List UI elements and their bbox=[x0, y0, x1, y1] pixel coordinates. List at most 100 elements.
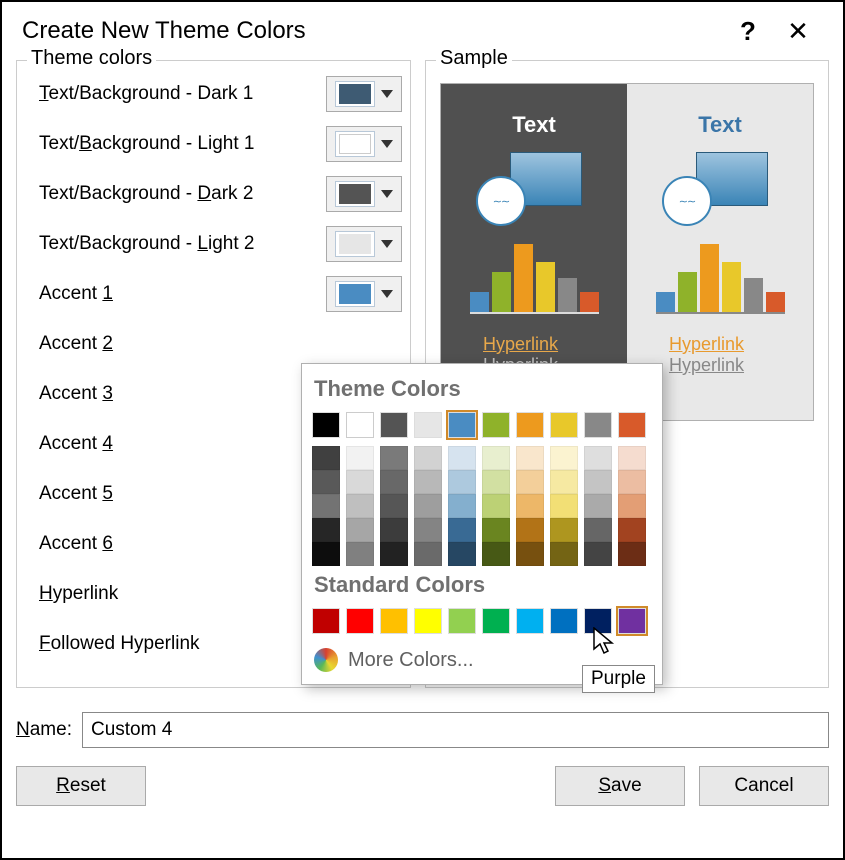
theme-shade-swatch[interactable] bbox=[516, 542, 544, 566]
standard-color-swatch[interactable] bbox=[618, 608, 646, 634]
theme-shade-swatch[interactable] bbox=[312, 542, 340, 566]
chevron-down-icon bbox=[381, 190, 393, 198]
theme-shade-swatch[interactable] bbox=[618, 470, 646, 494]
theme-shade-swatch[interactable] bbox=[380, 446, 408, 470]
dialog-title: Create New Theme Colors bbox=[22, 17, 723, 45]
theme-shade-swatch[interactable] bbox=[414, 470, 442, 494]
theme-shade-swatch[interactable] bbox=[550, 446, 578, 470]
standard-color-swatch[interactable] bbox=[550, 608, 578, 634]
theme-color-swatch[interactable] bbox=[448, 412, 476, 438]
theme-color-swatch[interactable] bbox=[380, 412, 408, 438]
standard-color-swatch[interactable] bbox=[414, 608, 442, 634]
theme-color-swatch[interactable] bbox=[482, 412, 510, 438]
theme-color-swatch[interactable] bbox=[584, 412, 612, 438]
color-label-text-background-light-1: Text/Background - Light 1 bbox=[39, 133, 320, 155]
color-label-text-background-dark-1: Text/Background - Dark 1 bbox=[39, 83, 320, 105]
color-dropdown-text-background-dark-1[interactable] bbox=[326, 76, 402, 112]
theme-shade-swatch[interactable] bbox=[618, 542, 646, 566]
sample-bar bbox=[766, 292, 785, 312]
theme-shade-swatch[interactable] bbox=[312, 494, 340, 518]
standard-color-swatch[interactable] bbox=[346, 608, 374, 634]
save-button[interactable]: Save bbox=[555, 766, 685, 806]
theme-shade-swatch[interactable] bbox=[482, 470, 510, 494]
theme-shade-swatch[interactable] bbox=[584, 446, 612, 470]
standard-color-row bbox=[312, 608, 652, 634]
color-dropdown-accent-1[interactable] bbox=[326, 276, 402, 312]
theme-color-swatch[interactable] bbox=[550, 412, 578, 438]
theme-shade-swatch[interactable] bbox=[414, 446, 442, 470]
name-row: Name: bbox=[16, 712, 829, 748]
theme-shade-swatch[interactable] bbox=[550, 470, 578, 494]
theme-shade-swatch[interactable] bbox=[346, 470, 374, 494]
sample-bar bbox=[700, 244, 719, 312]
theme-shade-swatch[interactable] bbox=[380, 470, 408, 494]
color-dropdown-text-background-light-1[interactable] bbox=[326, 126, 402, 162]
theme-shade-swatch[interactable] bbox=[618, 518, 646, 542]
theme-shade-swatch[interactable] bbox=[414, 494, 442, 518]
theme-shade-swatch[interactable] bbox=[346, 494, 374, 518]
theme-shade-swatch[interactable] bbox=[584, 518, 612, 542]
theme-shade-swatch[interactable] bbox=[482, 542, 510, 566]
more-colors-label: More Colors... bbox=[348, 649, 474, 672]
reset-button[interactable]: Reset bbox=[16, 766, 146, 806]
theme-shade-swatch[interactable] bbox=[516, 518, 544, 542]
theme-shade-swatch[interactable] bbox=[516, 494, 544, 518]
theme-shade-swatch[interactable] bbox=[584, 542, 612, 566]
sample-dark-text: Text bbox=[512, 112, 556, 138]
standard-color-swatch[interactable] bbox=[448, 608, 476, 634]
color-dropdown-text-background-light-2[interactable] bbox=[326, 226, 402, 262]
standard-color-swatch[interactable] bbox=[482, 608, 510, 634]
theme-color-swatch[interactable] bbox=[618, 412, 646, 438]
theme-shade-swatch[interactable] bbox=[550, 518, 578, 542]
help-button[interactable]: ? bbox=[723, 16, 773, 47]
theme-shade-swatch[interactable] bbox=[448, 470, 476, 494]
theme-shade-swatch[interactable] bbox=[448, 446, 476, 470]
theme-color-swatch[interactable] bbox=[414, 412, 442, 438]
theme-shade-swatch[interactable] bbox=[448, 542, 476, 566]
theme-color-swatch[interactable] bbox=[346, 412, 374, 438]
chevron-down-icon bbox=[381, 140, 393, 148]
theme-color-swatch[interactable] bbox=[516, 412, 544, 438]
theme-color-swatch[interactable] bbox=[312, 412, 340, 438]
theme-shade-swatch[interactable] bbox=[380, 542, 408, 566]
name-input[interactable] bbox=[82, 712, 829, 748]
color-dropdown-text-background-dark-2[interactable] bbox=[326, 176, 402, 212]
sample-bar bbox=[536, 262, 555, 312]
theme-shade-swatch[interactable] bbox=[448, 494, 476, 518]
theme-shade-swatch[interactable] bbox=[516, 470, 544, 494]
theme-shade-swatch[interactable] bbox=[550, 494, 578, 518]
theme-shade-swatch[interactable] bbox=[414, 518, 442, 542]
standard-color-swatch[interactable] bbox=[584, 608, 612, 634]
theme-shade-swatch[interactable] bbox=[312, 518, 340, 542]
theme-shade-swatch[interactable] bbox=[618, 494, 646, 518]
standard-color-swatch[interactable] bbox=[312, 608, 340, 634]
theme-shade-swatch[interactable] bbox=[584, 494, 612, 518]
theme-shade-swatch[interactable] bbox=[380, 494, 408, 518]
color-picker-popup: Theme Colors Standard Colors More Colors… bbox=[301, 363, 663, 685]
theme-shade-swatch[interactable] bbox=[618, 446, 646, 470]
theme-shade-swatch[interactable] bbox=[346, 446, 374, 470]
theme-shade-swatch[interactable] bbox=[584, 470, 612, 494]
sample-bar bbox=[558, 278, 577, 312]
sample-bar bbox=[722, 262, 741, 312]
standard-color-swatch[interactable] bbox=[516, 608, 544, 634]
theme-shade-swatch[interactable] bbox=[482, 518, 510, 542]
theme-shade-swatch[interactable] bbox=[482, 446, 510, 470]
theme-shade-swatch[interactable] bbox=[550, 542, 578, 566]
color-tooltip: Purple bbox=[582, 665, 655, 693]
sample-dark-shapes: ∼∼ bbox=[474, 152, 594, 224]
theme-shade-swatch[interactable] bbox=[516, 446, 544, 470]
theme-shade-swatch[interactable] bbox=[380, 518, 408, 542]
theme-shade-swatch[interactable] bbox=[482, 494, 510, 518]
theme-shade-swatch[interactable] bbox=[346, 542, 374, 566]
close-button[interactable]: ✕ bbox=[773, 16, 823, 47]
color-label-text-background-light-2: Text/Background - Light 2 bbox=[39, 233, 320, 255]
theme-shade-swatch[interactable] bbox=[312, 470, 340, 494]
theme-shade-swatch[interactable] bbox=[414, 542, 442, 566]
theme-shade-swatch[interactable] bbox=[312, 446, 340, 470]
standard-color-swatch[interactable] bbox=[380, 608, 408, 634]
cancel-button[interactable]: Cancel bbox=[699, 766, 829, 806]
theme-shade-swatch[interactable] bbox=[448, 518, 476, 542]
sample-bar bbox=[678, 272, 697, 312]
theme-shade-swatch[interactable] bbox=[346, 518, 374, 542]
